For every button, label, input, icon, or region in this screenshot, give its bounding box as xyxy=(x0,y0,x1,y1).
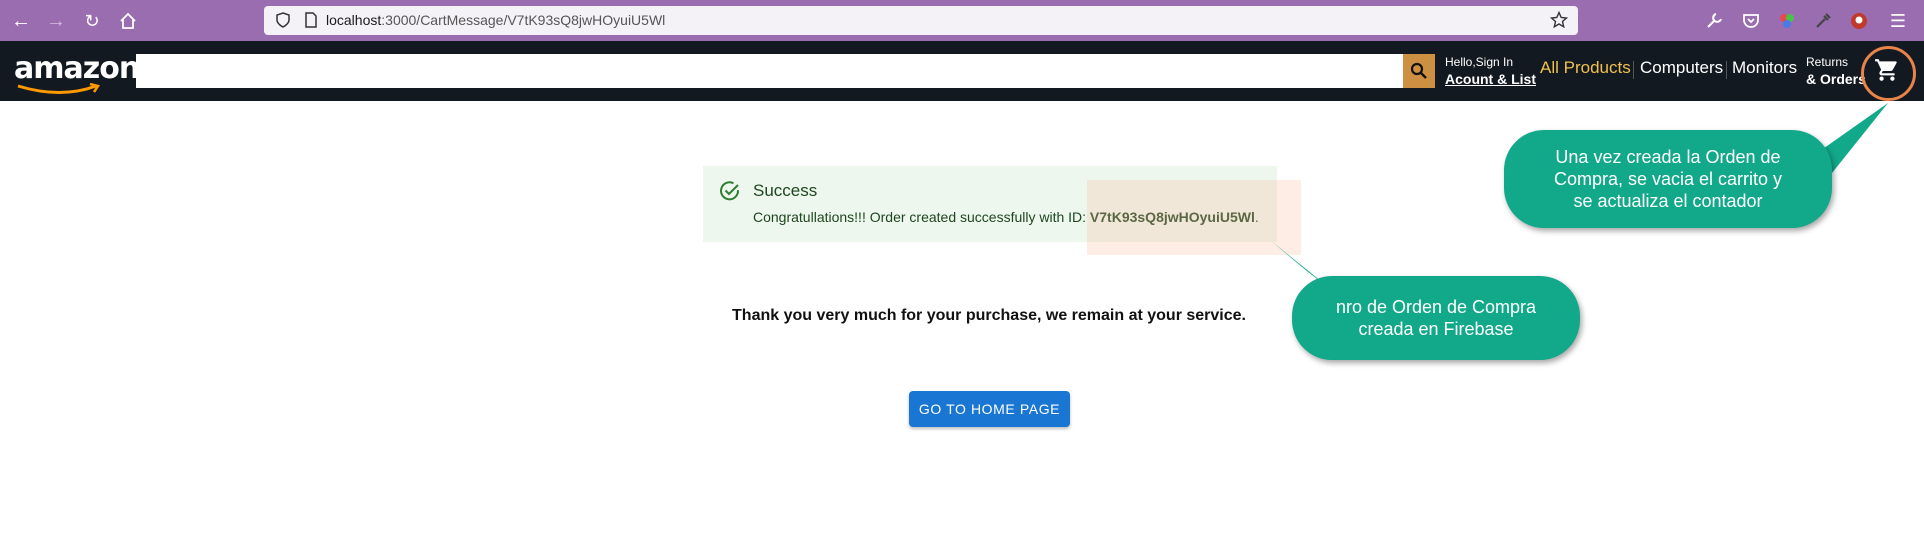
callout-pointers xyxy=(1270,103,1888,290)
order-callout: nro de Orden de Compra creada en Firebas… xyxy=(1292,276,1580,360)
cart-callout: Una vez creada la Orden de Compra, se va… xyxy=(1504,130,1832,228)
order-callout-text: nro de Orden de Compra creada en Firebas… xyxy=(1335,297,1537,339)
cart-callout-text: Una vez creada la Orden de Compra, se va… xyxy=(1553,147,1783,211)
